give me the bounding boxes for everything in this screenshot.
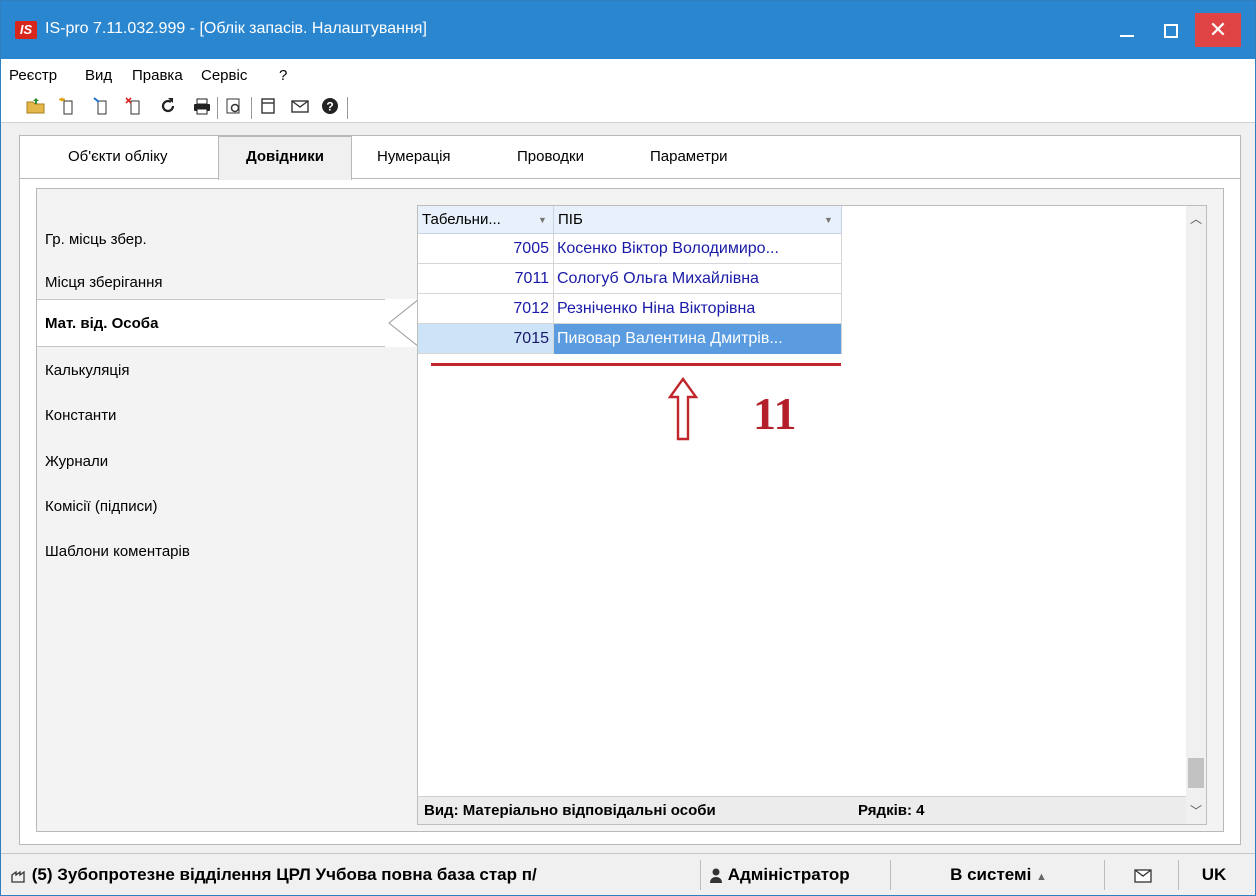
connection-text: В системі xyxy=(950,865,1032,884)
row-count: Рядків: 4 xyxy=(858,802,925,819)
delete-doc-icon[interactable] xyxy=(124,97,146,119)
maximize-icon xyxy=(1164,23,1178,38)
table-row[interactable]: 7011 Сологуб Ольга Михайлівна xyxy=(418,264,842,294)
settings-panel: Об'єкти обліку Довідники Нумерація Прово… xyxy=(19,135,1241,845)
mail-icon[interactable] xyxy=(289,97,311,119)
svg-text:?: ? xyxy=(326,100,333,114)
close-button[interactable]: ✕ xyxy=(1195,13,1241,47)
tab-parameters[interactable]: Параметри xyxy=(650,148,728,165)
new-doc-icon[interactable] xyxy=(57,97,79,119)
cell-name: Сологуб Ольга Михайлівна xyxy=(554,264,842,294)
cell-tab-number: 7005 xyxy=(418,234,554,264)
column-header-tab-number[interactable]: Табельни... ▼ xyxy=(418,206,554,234)
menu-bar: Реєстр Вид Правка Сервіс ? xyxy=(1,59,1255,93)
user-name: Адміністратор xyxy=(727,865,850,884)
annotation-number: 11 xyxy=(753,388,797,439)
chevron-up-icon: ▲ xyxy=(1036,871,1047,883)
app-window: IS IS-pro 7.11.032.999 - [Облік запасів.… xyxy=(0,0,1256,896)
cell-name: Резніченко Ніна Вікторівна xyxy=(554,294,842,324)
tab-directories[interactable]: Довідники xyxy=(218,136,352,180)
nav-item-label: Мат. від. Особа xyxy=(45,315,159,332)
cell-name: Косенко Віктор Володимиро... xyxy=(554,234,842,264)
vertical-scrollbar[interactable]: ︿ ﹀ xyxy=(1186,206,1206,824)
tab-accounting-objects[interactable]: Об'єкти обліку xyxy=(68,148,168,165)
annotation-up-arrow-icon xyxy=(668,377,698,441)
table-row[interactable]: 7005 Косенко Віктор Володимиро... xyxy=(418,234,842,264)
column-header-name[interactable]: ПІБ ▼ xyxy=(554,206,842,234)
toolbar: ? xyxy=(1,93,1255,123)
document-icon[interactable] xyxy=(257,97,279,119)
title-bar: IS IS-pro 7.11.032.999 - [Облік запасів.… xyxy=(1,1,1255,59)
window-title: IS-pro 7.11.032.999 - [Облік запасів. На… xyxy=(45,20,427,37)
annotation-underline xyxy=(431,363,841,366)
table-row[interactable]: 7012 Резніченко Ніна Вікторівна xyxy=(418,294,842,324)
help-icon[interactable]: ? xyxy=(319,97,341,119)
nav-item-calculation[interactable]: Калькуляція xyxy=(45,362,129,379)
close-icon: ✕ xyxy=(1208,17,1228,42)
view-label: Вид: Матеріально відповідальні особи xyxy=(424,802,716,819)
menu-edit[interactable]: Правка xyxy=(132,67,183,84)
grid-footer: Вид: Матеріально відповідальні особи Ряд… xyxy=(418,796,1186,824)
refresh-icon[interactable] xyxy=(157,97,179,119)
tab-numbering[interactable]: Нумерація xyxy=(377,148,451,165)
table-row-selected[interactable]: 7015 Пивовар Валентина Дмитрів... xyxy=(418,324,842,354)
column-header-label: ПІБ xyxy=(558,211,583,228)
grid-header: Табельни... ▼ ПІБ ▼ xyxy=(418,206,842,234)
scroll-thumb[interactable] xyxy=(1188,758,1204,788)
nav-item-commissions[interactable]: Комісії (підписи) xyxy=(45,498,157,515)
sort-arrow-icon: ▼ xyxy=(824,215,833,225)
cell-tab-number: 7015 xyxy=(418,324,554,354)
preview-icon[interactable] xyxy=(223,97,245,119)
nav-item-storage-places[interactable]: Місця зберігання xyxy=(45,274,163,291)
minimize-icon xyxy=(1120,34,1134,37)
open-folder-icon[interactable] xyxy=(25,97,47,119)
status-language[interactable]: UK xyxy=(1183,860,1245,890)
app-logo-icon: IS xyxy=(15,21,37,39)
edit-doc-icon[interactable] xyxy=(91,97,113,119)
tab-content: Гр. місць збер. Місця зберігання Мат. ві… xyxy=(36,188,1224,832)
menu-service[interactable]: Сервіс xyxy=(201,67,247,84)
menu-view[interactable]: Вид xyxy=(85,67,112,84)
status-user[interactable]: Адміністратор xyxy=(709,860,891,890)
cell-name: Пивовар Валентина Дмитрів... xyxy=(554,324,842,354)
data-grid: Табельни... ▼ ПІБ ▼ 7005 Косенко Віктор … xyxy=(417,205,1207,825)
scroll-down-icon[interactable]: ﹀ xyxy=(1186,802,1206,822)
column-header-label: Табельни... xyxy=(422,211,501,228)
toolbar-separator xyxy=(217,97,218,119)
menu-registry[interactable]: Реєстр xyxy=(9,67,57,84)
sort-arrow-icon: ▼ xyxy=(538,215,547,225)
status-organization[interactable]: (5) Зубопротезне відділення ЦРЛ Учбова п… xyxy=(11,860,701,890)
maximize-button[interactable] xyxy=(1149,13,1193,47)
nav-item-storage-groups[interactable]: Гр. місць збер. xyxy=(45,231,147,248)
mail-icon xyxy=(1133,868,1152,883)
print-icon[interactable] xyxy=(191,97,213,119)
menu-help[interactable]: ? xyxy=(279,67,287,84)
nav-item-responsible-person[interactable]: Мат. від. Особа xyxy=(37,299,417,347)
nav-item-constants[interactable]: Константи xyxy=(45,407,116,424)
scroll-up-icon[interactable]: ︿ xyxy=(1186,210,1206,230)
status-bar: (5) Зубопротезне відділення ЦРЛ Учбова п… xyxy=(1,853,1255,895)
status-connection[interactable]: В системі ▲ xyxy=(893,860,1105,890)
tab-postings[interactable]: Проводки xyxy=(517,148,584,165)
status-mail[interactable] xyxy=(1107,860,1179,890)
user-icon xyxy=(710,868,722,883)
nav-item-journals[interactable]: Журнали xyxy=(45,453,108,470)
toolbar-separator xyxy=(251,97,252,119)
organization-text: (5) Зубопротезне відділення ЦРЛ Учбова п… xyxy=(31,865,537,884)
nav-item-comment-templates[interactable]: Шаблони коментарів xyxy=(45,543,190,560)
building-icon xyxy=(11,870,25,883)
toolbar-separator xyxy=(347,97,348,119)
tab-strip-border xyxy=(20,178,1240,179)
cell-tab-number: 7012 xyxy=(418,294,554,324)
cell-tab-number: 7011 xyxy=(418,264,554,294)
minimize-button[interactable] xyxy=(1105,13,1149,47)
